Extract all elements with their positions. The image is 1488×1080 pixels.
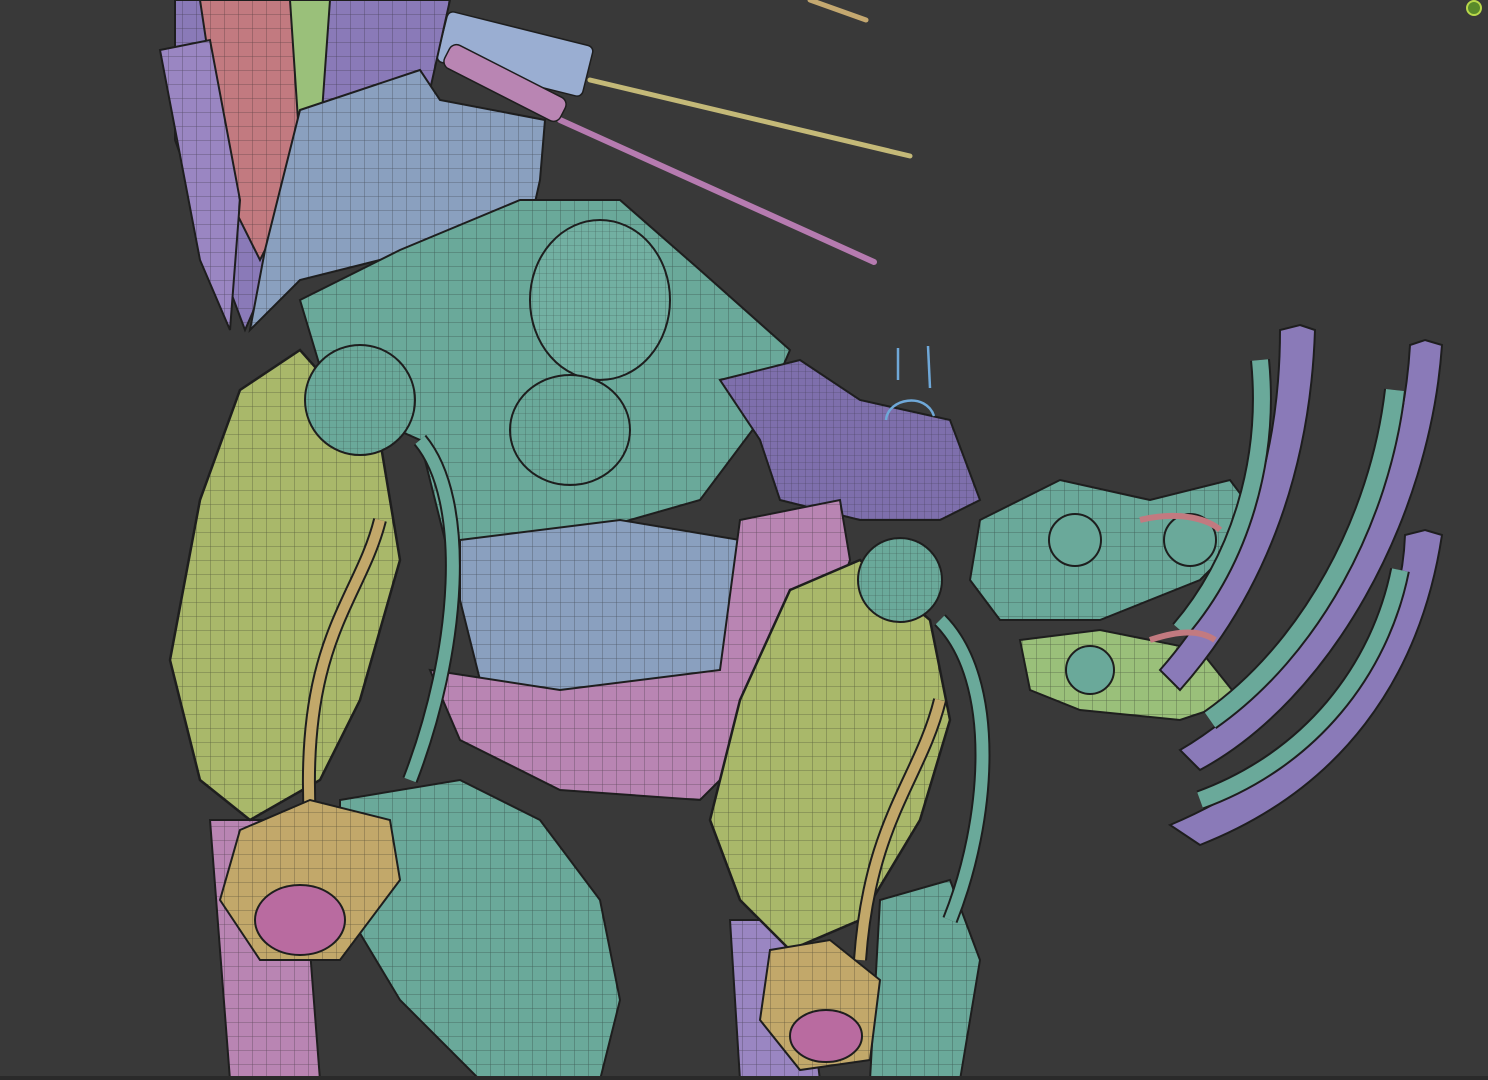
left-hip-plate-mesh[interactable] <box>168 344 461 822</box>
mechanical-claw-mesh[interactable] <box>968 323 1444 847</box>
model-render[interactable] <box>0 0 1488 1080</box>
back-detail-mesh[interactable] <box>718 358 982 521</box>
viewport-bottom-border <box>0 1076 1488 1080</box>
3d-viewport[interactable] <box>0 0 1488 1080</box>
status-indicator-icon <box>1466 0 1482 16</box>
